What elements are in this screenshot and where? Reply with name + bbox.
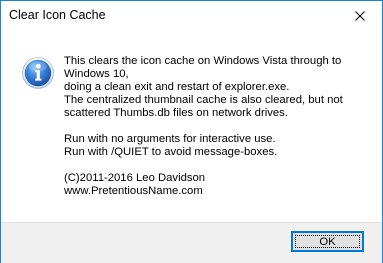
button-bar: OK	[1, 222, 382, 263]
focus-rectangle	[295, 235, 360, 248]
message-line: Run with no arguments for interactive us…	[64, 133, 276, 145]
close-icon	[354, 11, 365, 21]
message-line: doing a clean exit and restart of explor…	[64, 81, 290, 93]
title-bar[interactable]: Clear Icon Cache	[1, 1, 382, 31]
message-line: This clears the icon cache on Windows Vi…	[64, 55, 342, 67]
message-dialog: Clear Icon Cache This clears the icon ca…	[0, 0, 383, 263]
message-line: scattered Thumbs.db files on network dri…	[64, 107, 288, 119]
message-spacer	[64, 159, 376, 172]
website-line: www.PretentiousName.com	[64, 185, 203, 197]
ok-button[interactable]: OK	[291, 231, 364, 252]
message-line: Run with /QUIET to avoid message-boxes.	[64, 146, 278, 158]
window-title: Clear Icon Cache	[9, 8, 106, 22]
copyright-line: (C)2011-2016 Leo Davidson	[64, 172, 206, 184]
message-spacer	[64, 120, 376, 133]
close-button[interactable]	[337, 1, 382, 31]
dialog-content: This clears the icon cache on Windows Vi…	[1, 31, 382, 221]
message-line: The centralized thumbnail cache is also …	[64, 94, 343, 106]
message-text: This clears the icon cache on Windows Vi…	[64, 55, 376, 198]
info-icon	[22, 57, 54, 89]
message-line: Windows 10,	[64, 68, 129, 80]
